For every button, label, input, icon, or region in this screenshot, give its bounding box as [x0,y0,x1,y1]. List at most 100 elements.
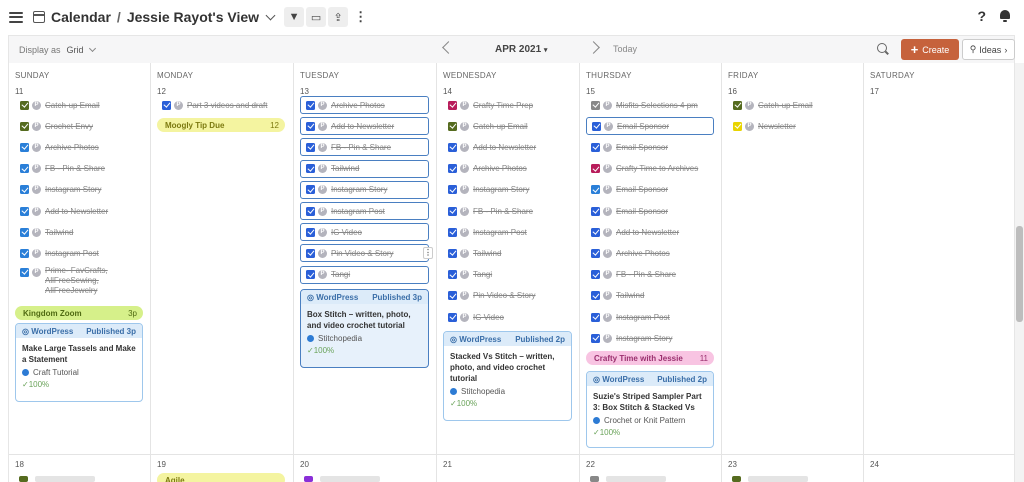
task-item[interactable]: P Instagram Story [300,180,429,199]
task-checkbox[interactable] [591,142,600,152]
content-card[interactable]: ◎ WordPress Published 3p Make Large Tassel… [15,323,143,402]
task-item[interactable]: P Pin Video & Story ⋮ [300,244,433,263]
task-item[interactable]: P IG Video [300,223,429,242]
search-icon[interactable] [877,43,887,53]
task-item[interactable]: P Instagram Story [443,181,572,199]
notifications-bell-icon[interactable] [1000,10,1010,22]
task-item[interactable]: P Instagram Story [586,329,714,347]
task-item[interactable]: P Tailwind [586,287,714,305]
day-number[interactable]: 24 [870,460,879,469]
content-card[interactable]: ◎ WordPress Published 2p Suzie's Striped S… [586,371,714,448]
display-mode-select[interactable]: Grid [67,45,84,55]
task-item[interactable]: P Add to Newsletter [15,202,143,220]
task-item[interactable]: P Crafty Time to Archives [586,160,714,178]
share-button[interactable]: ⇪ [328,7,349,27]
task-item[interactable]: P Catch-up Email [728,96,856,114]
task-item[interactable]: P Email Sponsor [586,202,714,220]
calendar-event[interactable]: Crafty Time with Jessie 11 [586,351,714,365]
card-title[interactable]: Box Stitch – written, photo, and video c… [301,304,428,333]
day-number[interactable]: 19 [157,460,166,469]
task-checkbox[interactable] [591,100,600,110]
day-number[interactable]: 16 [728,87,737,96]
task-item[interactable]: P Instagram Story [15,181,143,199]
task-checkbox[interactable] [591,206,600,216]
task-item[interactable]: P Add to Newsletter [443,138,572,156]
filter-button[interactable]: ▼ [284,7,305,27]
display-mode-chevron-icon[interactable] [88,44,96,52]
task-checkbox[interactable] [448,291,457,301]
day-number[interactable]: 13 [300,87,309,96]
task-checkbox[interactable] [591,270,600,280]
task-checkbox[interactable] [591,312,600,322]
task-checkbox[interactable] [448,270,457,280]
task-checkbox[interactable] [733,100,742,110]
task-item[interactable]: P Tangi [300,265,429,284]
task-checkbox[interactable] [591,227,600,237]
app-title[interactable]: Calendar [51,9,111,25]
content-card[interactable]: ◎ WordPress Published 3p Box Stitch – writ… [300,289,429,368]
task-item[interactable]: P Archive Photos [15,138,143,156]
task-checkbox[interactable] [306,206,315,216]
display-button[interactable]: ▭ [306,7,327,27]
task-checkbox[interactable] [733,121,742,131]
task-item[interactable]: P FB - Pin & Share [15,160,143,178]
task-checkbox[interactable] [162,100,171,110]
task-item[interactable]: P IG Video [443,308,572,326]
task-checkbox[interactable] [591,248,600,258]
task-checkbox[interactable] [306,100,315,110]
month-selector[interactable]: APR 2021 ▾ [495,44,547,55]
task-checkbox[interactable] [20,142,29,152]
task-checkbox[interactable] [306,164,315,174]
day-number[interactable]: 18 [15,460,24,469]
view-name[interactable]: Jessie Rayot's View [127,9,259,25]
task-item[interactable]: P Archive Photos [586,244,714,262]
task-item[interactable]: P Email Sponsor [586,117,714,136]
task-checkbox[interactable] [448,164,457,174]
task-item[interactable]: P FB - Pin & Share [443,202,572,220]
day-number[interactable]: 21 [443,460,452,469]
task-item[interactable]: P Instagram Post [443,223,572,241]
card-title[interactable]: Make Large Tassels and Make a Statement [16,338,142,367]
day-number[interactable]: 20 [300,460,309,469]
task-item-partial[interactable] [732,476,741,482]
task-item[interactable]: P Instagram Post [586,308,714,326]
task-checkbox[interactable] [20,121,29,131]
task-item[interactable]: P Add to Newsletter [586,223,714,241]
task-checkbox[interactable] [20,267,29,277]
day-number[interactable]: 17 [870,87,879,96]
task-checkbox[interactable] [448,206,457,216]
task-checkbox[interactable] [20,227,29,237]
task-checkbox[interactable] [20,206,29,216]
task-checkbox[interactable] [591,333,600,343]
task-checkbox[interactable] [306,185,315,195]
day-number[interactable]: 22 [586,460,595,469]
task-checkbox[interactable] [306,270,315,280]
task-item[interactable]: P Email Sponsor [586,138,714,156]
day-number[interactable]: 15 [586,87,595,96]
task-item[interactable]: P Tailwind [300,159,429,178]
task-item[interactable]: P Add to Newsletter [300,117,429,136]
calendar-event[interactable]: Kingdom Zoom 3p [15,306,143,320]
task-item[interactable]: P Pin Video & Story [443,287,572,305]
task-checkbox[interactable] [448,312,457,322]
ideas-button[interactable]: ⚲ Ideas › [962,39,1015,60]
task-item[interactable]: P Prime- FavCrafts, AllFreeSewing, AllFre… [15,266,143,296]
task-more-options-icon[interactable]: ⋮ [423,247,433,260]
task-item[interactable]: P Tailwind [443,244,572,262]
next-month-icon[interactable] [587,41,600,54]
task-item[interactable]: P Catch-up Email [443,117,572,135]
hamburger-menu-icon[interactable] [9,11,23,23]
task-item[interactable]: P Part 3 videos and draft [157,96,286,114]
task-checkbox[interactable] [306,121,315,131]
task-checkbox[interactable] [20,100,29,110]
task-checkbox[interactable] [306,248,315,258]
view-dropdown-chevron-icon[interactable] [265,10,276,20]
task-checkbox[interactable] [448,248,457,258]
task-item-partial[interactable] [19,476,28,482]
task-item[interactable]: P Instagram Post [300,202,429,220]
task-checkbox[interactable] [448,100,457,110]
task-item[interactable]: P Tangi [443,266,572,284]
task-checkbox[interactable] [306,142,315,152]
task-item[interactable]: P Instagram Post [15,244,143,262]
task-checkbox[interactable] [592,121,601,131]
